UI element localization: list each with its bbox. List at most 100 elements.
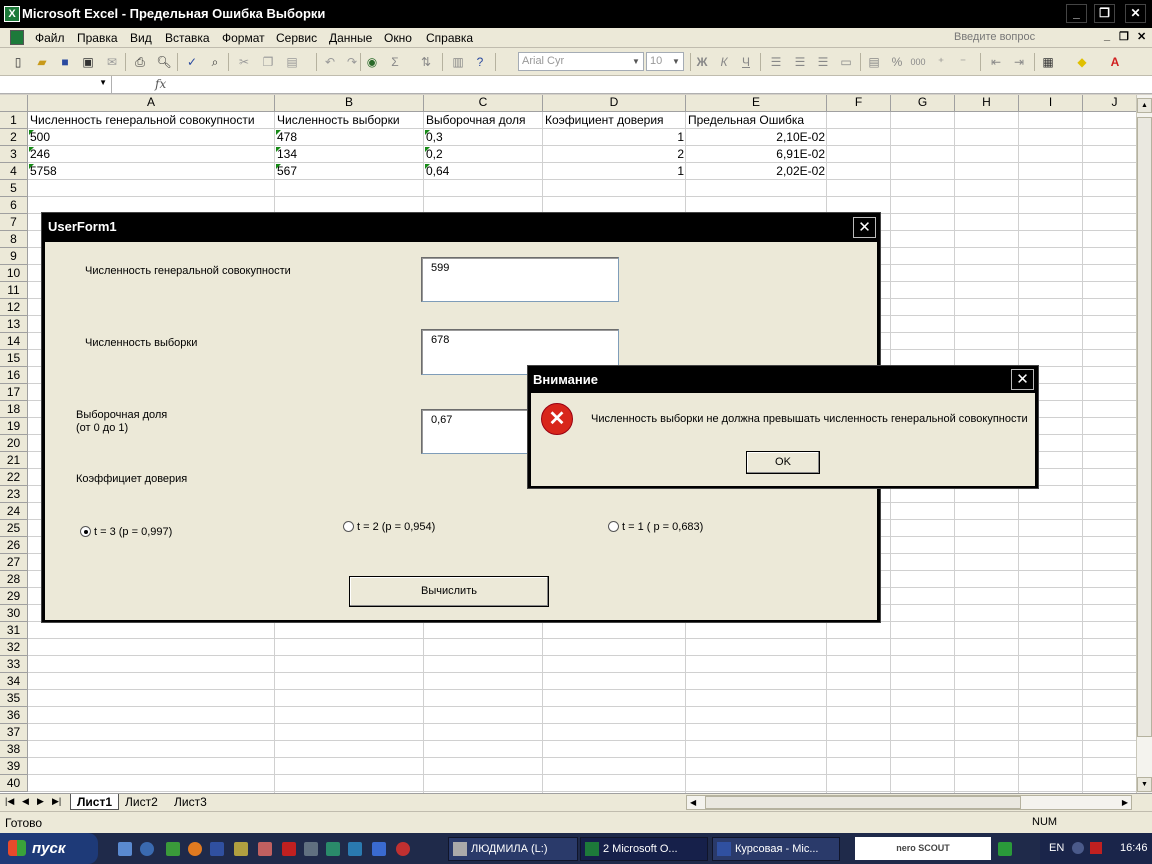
- menu-format[interactable]: Формат: [222, 31, 265, 45]
- bold-button[interactable]: Ж: [694, 54, 710, 70]
- cell-e4[interactable]: 2,02E-02: [686, 163, 827, 180]
- vertical-scrollbar[interactable]: ▲ ▼: [1136, 95, 1152, 793]
- row-header[interactable]: 37: [0, 724, 28, 741]
- merge-center-icon[interactable]: ▭: [838, 54, 854, 70]
- horizontal-scroll-thumb[interactable]: [705, 796, 1021, 809]
- row-header[interactable]: 30: [0, 605, 28, 622]
- cell-e3[interactable]: 6,91E-02: [686, 146, 827, 163]
- row-header[interactable]: 11: [0, 282, 28, 299]
- row-header[interactable]: 17: [0, 384, 28, 401]
- row-header[interactable]: 5: [0, 180, 28, 197]
- scroll-thumb[interactable]: [1137, 117, 1152, 737]
- row-header[interactable]: 24: [0, 503, 28, 520]
- row-header[interactable]: 34: [0, 673, 28, 690]
- row-header[interactable]: 19: [0, 418, 28, 435]
- sort-ascending-icon[interactable]: ⇅: [418, 54, 434, 70]
- column-header-d[interactable]: D: [543, 95, 686, 112]
- new-document-icon[interactable]: ▯: [10, 54, 26, 70]
- column-header-j[interactable]: J: [1083, 95, 1136, 112]
- userform-close-button[interactable]: ✕: [853, 217, 876, 238]
- underline-button[interactable]: Ч: [738, 54, 754, 70]
- restore-button[interactable]: ❐: [1094, 4, 1115, 23]
- doc-close-button[interactable]: ✕: [1137, 30, 1146, 43]
- column-header-h[interactable]: H: [955, 95, 1019, 112]
- spelling-icon[interactable]: ✓: [184, 54, 200, 70]
- menu-window[interactable]: Окно: [384, 31, 412, 45]
- language-indicator[interactable]: EN: [1049, 842, 1064, 854]
- row-header[interactable]: 26: [0, 537, 28, 554]
- autosum-icon[interactable]: Σ: [387, 54, 403, 70]
- chevron-down-icon[interactable]: ▼: [99, 78, 107, 87]
- sheet-tab-2[interactable]: Лист2: [119, 794, 164, 810]
- permission-icon[interactable]: ▣: [80, 54, 96, 70]
- tray-expand-icon[interactable]: [1072, 842, 1084, 854]
- document-icon[interactable]: [10, 30, 24, 45]
- cell-e1[interactable]: Предельная Ошибка: [686, 112, 806, 129]
- row-header[interactable]: 6: [0, 197, 28, 214]
- prev-sheet-icon[interactable]: ◀: [22, 796, 29, 807]
- ok-button[interactable]: OK: [746, 451, 820, 474]
- row-header[interactable]: 12: [0, 299, 28, 316]
- column-header-f[interactable]: F: [827, 95, 891, 112]
- row-header[interactable]: 14: [0, 333, 28, 350]
- row-header[interactable]: 7: [0, 214, 28, 231]
- cell-c1[interactable]: Выборочная доля: [424, 112, 528, 129]
- row-header[interactable]: 4: [0, 163, 28, 180]
- column-header-i[interactable]: I: [1019, 95, 1083, 112]
- thousands-button[interactable]: 000: [910, 54, 926, 70]
- quicklaunch-icon-7[interactable]: [348, 842, 362, 856]
- align-right-icon[interactable]: ☰: [815, 54, 831, 70]
- cut-icon[interactable]: ✂: [236, 54, 252, 70]
- menu-data[interactable]: Данные: [329, 31, 372, 45]
- quicklaunch-icon-4[interactable]: [282, 842, 296, 856]
- first-sheet-icon[interactable]: |◀: [5, 796, 14, 807]
- quicklaunch-icon-9[interactable]: [396, 842, 410, 856]
- menu-edit[interactable]: Правка: [77, 31, 118, 45]
- decrease-indent-icon[interactable]: ⇤: [988, 54, 1004, 70]
- tray-security-icon[interactable]: [1090, 842, 1102, 854]
- name-box[interactable]: ▼: [0, 76, 112, 93]
- media-player-icon[interactable]: [140, 842, 154, 856]
- radio-t2[interactable]: t = 2 (p = 0,954): [343, 521, 435, 534]
- cell-b4[interactable]: 567: [275, 163, 299, 180]
- clock[interactable]: 16:46: [1120, 842, 1148, 854]
- cell-d4[interactable]: 1: [543, 163, 686, 180]
- row-header[interactable]: 28: [0, 571, 28, 588]
- row-header[interactable]: 16: [0, 367, 28, 384]
- save-icon[interactable]: ■: [57, 54, 73, 70]
- font-size-select[interactable]: 10 ▼: [646, 52, 684, 71]
- last-sheet-icon[interactable]: ▶|: [52, 796, 61, 807]
- row-header[interactable]: 15: [0, 350, 28, 367]
- menu-tools[interactable]: Сервис: [276, 31, 317, 45]
- cell-b3[interactable]: 134: [275, 146, 299, 163]
- row-header[interactable]: 1: [0, 112, 28, 129]
- row-header[interactable]: 9: [0, 248, 28, 265]
- row-header[interactable]: 2: [0, 129, 28, 146]
- paste-icon[interactable]: ▤: [284, 54, 300, 70]
- font-color-icon[interactable]: A: [1107, 54, 1123, 70]
- row-header[interactable]: 10: [0, 265, 28, 282]
- sheet-tab-3[interactable]: Лист3: [168, 794, 213, 810]
- cell-c3[interactable]: 0,2: [424, 146, 445, 163]
- research-icon[interactable]: ⌕: [207, 54, 223, 70]
- align-left-icon[interactable]: ☰: [768, 54, 784, 70]
- doc-restore-button[interactable]: ❐: [1119, 30, 1129, 43]
- help-question-input[interactable]: Введите вопрос: [952, 30, 1094, 46]
- row-header[interactable]: 21: [0, 452, 28, 469]
- cell-a1[interactable]: Численность генеральной совокупности: [28, 112, 257, 129]
- radio-t1[interactable]: t = 1 ( p = 0,683): [608, 521, 703, 534]
- task-excel[interactable]: 2 Microsoft O...: [580, 837, 708, 861]
- nero-scout-widget[interactable]: nero SCOUT: [855, 837, 991, 860]
- excel-app-icon[interactable]: X: [4, 6, 20, 22]
- open-folder-icon[interactable]: ▰: [34, 54, 50, 70]
- quicklaunch-icon-3[interactable]: [258, 842, 272, 856]
- column-header-b[interactable]: B: [275, 95, 424, 112]
- row-header[interactable]: 36: [0, 707, 28, 724]
- italic-button[interactable]: К: [716, 54, 732, 70]
- align-center-icon[interactable]: ☰: [792, 54, 808, 70]
- cell-d2[interactable]: 1: [543, 129, 686, 146]
- chart-wizard-icon[interactable]: ▥: [450, 54, 466, 70]
- messagebox-close-button[interactable]: ✕: [1011, 369, 1034, 390]
- quicklaunch-icon-5[interactable]: [304, 842, 318, 856]
- cell-a2[interactable]: 500: [28, 129, 52, 146]
